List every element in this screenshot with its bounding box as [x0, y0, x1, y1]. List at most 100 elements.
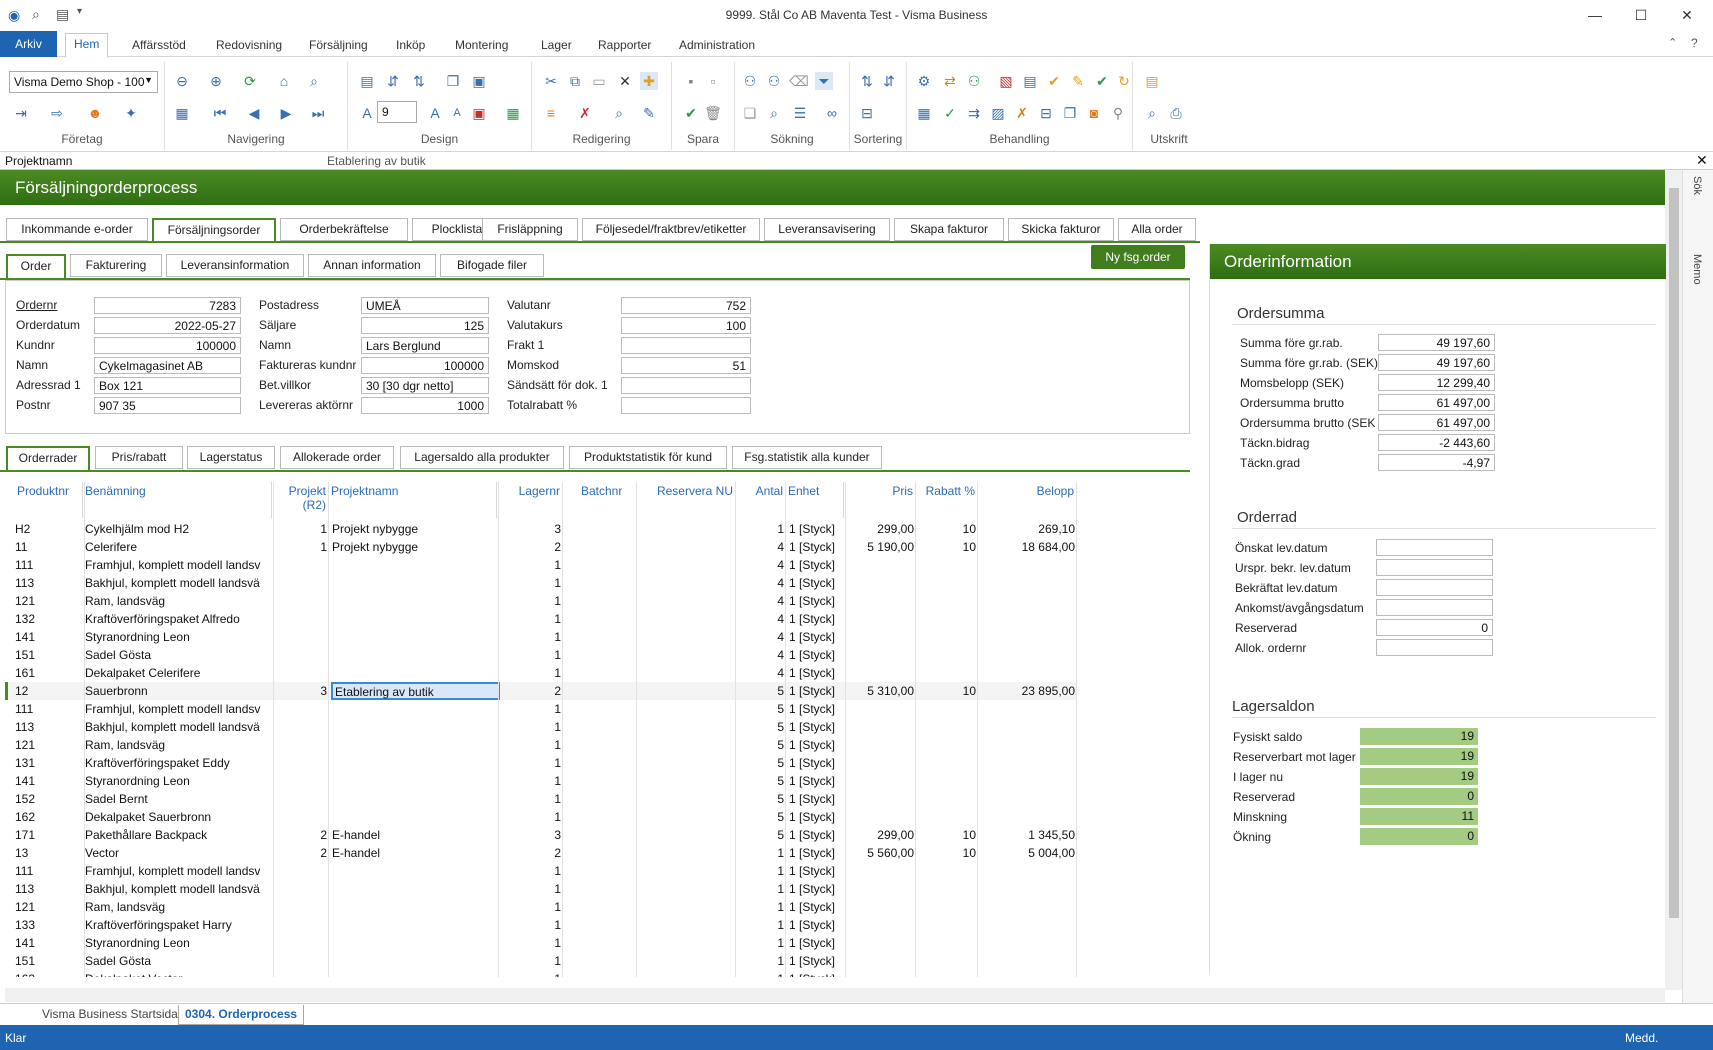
tab-skicka-fakturor[interactable]: Skicka fakturor — [1008, 218, 1114, 241]
home-icon[interactable]: ⌂ — [275, 72, 293, 90]
find-replace-icon[interactable]: ⌕ — [610, 104, 628, 122]
scrollbar-thumb[interactable] — [1669, 188, 1679, 918]
cell-benamning[interactable]: Ram, landsväg — [85, 900, 272, 914]
field-orderdatum[interactable]: 2022-05-27 — [94, 317, 241, 334]
cell-benamning[interactable]: Sadel Gösta — [85, 648, 272, 662]
cell-projekt[interactable]: 2 — [272, 846, 327, 860]
column-header-reservera-nu[interactable]: Reservera NU — [637, 482, 736, 518]
cell-benamning[interactable]: Kraftöverföringspaket Eddy — [85, 756, 272, 770]
cancel-order-icon[interactable]: ✗ — [1013, 104, 1031, 122]
field-adressrad[interactable]: Box 121 — [94, 377, 241, 394]
first-record-icon[interactable]: ⏮ — [211, 104, 229, 122]
new-order-button[interactable]: Ny fsg.order — [1091, 245, 1185, 269]
cell-produktnr[interactable]: 113 — [15, 576, 83, 590]
release-icon[interactable]: ▨ — [989, 104, 1007, 122]
zoom-icon[interactable]: ⌕ — [305, 72, 323, 90]
cycle-icon[interactable]: ↻ — [1115, 72, 1133, 90]
cell-antal[interactable]: 5 — [736, 828, 784, 842]
cell-antal[interactable]: 4 — [736, 594, 784, 608]
camera-icon[interactable]: ◙ — [1085, 104, 1103, 122]
orderrad-value[interactable] — [1376, 579, 1493, 596]
cell-produktnr[interactable]: 13 — [15, 846, 83, 860]
cell-lagernr[interactable]: 1 — [497, 774, 561, 788]
process-icon[interactable]: ⚙ — [915, 72, 933, 90]
cell-produktnr[interactable]: 133 — [15, 918, 83, 932]
cell-projektnamn[interactable]: Projekt nybygge — [332, 522, 497, 536]
cell-projekt[interactable]: 3 — [272, 684, 327, 698]
document-check-icon[interactable]: ▤ — [1021, 72, 1039, 90]
cell-lagernr[interactable]: 1 — [497, 900, 561, 914]
field-totalrabatt[interactable] — [621, 397, 751, 414]
table-row[interactable]: H2 Cykelhjälm mod H2 1 Projekt nybygge 3 1 1 [… — [5, 520, 1077, 538]
cell-benamning[interactable]: Dekalpaket Celerifere — [85, 666, 272, 680]
menu-arkiv[interactable]: Arkiv — [0, 31, 57, 57]
cell-lagernr[interactable]: 1 — [497, 576, 561, 590]
cell-produktnr[interactable]: 141 — [15, 630, 83, 644]
column-header-lagernr[interactable]: Lagernr — [497, 482, 563, 518]
discard-icon[interactable]: 🗑 — [704, 104, 722, 122]
ordersumma-value[interactable]: 12 299,40 — [1378, 374, 1495, 391]
cell-belopp[interactable]: 23 895,00 — [978, 684, 1075, 698]
cell-lagernr[interactable]: 3 — [497, 522, 561, 536]
cell-enhet[interactable]: 1 [Styck] — [789, 954, 844, 968]
sort-custom-icon[interactable]: ⊟ — [858, 104, 876, 122]
attach-icon[interactable]: ⚲ — [1109, 104, 1127, 122]
table-row[interactable]: 151 Sadel Gösta 1 1 1 [Styck] — [5, 952, 1077, 970]
cell-produktnr[interactable]: 162 — [15, 810, 83, 824]
copy-order-icon[interactable]: ❐ — [1061, 104, 1079, 122]
cell-benamning[interactable]: Sadel Gösta — [85, 954, 272, 968]
cell-benamning[interactable]: Bakhjul, komplett modell landsvä — [85, 576, 272, 590]
table-row[interactable]: 111 Framhjul, komplett modell landsv 1 4 1 [… — [5, 556, 1077, 574]
ordersumma-value[interactable]: -4,97 — [1378, 454, 1495, 471]
tab-bifogade-filer[interactable]: Bifogade filer — [440, 254, 544, 277]
cell-projekt[interactable]: 2 — [272, 828, 327, 842]
cell-lagernr[interactable]: 1 — [497, 702, 561, 716]
cell-produktnr[interactable]: 131 — [15, 756, 83, 770]
orderrad-value[interactable] — [1376, 539, 1493, 556]
cell-benamning[interactable]: Bakhjul, komplett modell landsvä — [85, 882, 272, 896]
cell-benamning[interactable]: Sadel Bernt — [85, 792, 272, 806]
help-icon[interactable]: ? — [1691, 36, 1698, 50]
cell-lagernr[interactable]: 2 — [497, 684, 561, 698]
cell-pris[interactable]: 5 560,00 — [844, 846, 914, 860]
cell-lagernr[interactable]: 1 — [497, 594, 561, 608]
cell-belopp[interactable]: 1 345,50 — [978, 828, 1075, 842]
cell-enhet[interactable]: 1 [Styck] — [789, 828, 844, 842]
orderrad-value[interactable] — [1376, 559, 1493, 576]
table-row[interactable]: 12 Sauerbronn 3 2 5 1 [Styck] 5 310,00 10 23 895… — [5, 682, 1077, 700]
cell-enhet[interactable]: 1 [Styck] — [789, 684, 844, 698]
table-row[interactable]: 13 Vector 2 E-handel 2 1 1 [Styck] 5 560,00 10 5 … — [5, 844, 1077, 862]
next-record-icon[interactable]: ▶ — [277, 104, 295, 122]
new-row-icon[interactable]: ✚ — [640, 72, 658, 90]
cell-benamning[interactable]: Framhjul, komplett modell landsv — [85, 864, 272, 878]
tab-alla-order[interactable]: Alla order — [1118, 218, 1196, 241]
table-row[interactable]: 161 Dekalpaket Celerifere 1 4 1 [Styck] — [5, 664, 1077, 682]
cell-rabatt[interactable]: 10 — [916, 846, 976, 860]
cell-benamning[interactable]: Celerifere — [85, 540, 272, 554]
format-icon[interactable]: ▣ — [470, 104, 488, 122]
cell-enhet[interactable]: 1 [Styck] — [789, 846, 844, 860]
spell-icon[interactable]: ✎ — [640, 104, 658, 122]
cell-lagernr[interactable]: 1 — [497, 792, 561, 806]
horizontal-scrollbar[interactable] — [5, 988, 1665, 1002]
layout-icon[interactable]: ▤ — [358, 72, 376, 90]
cell-produktnr[interactable]: 151 — [15, 954, 83, 968]
cell-enhet[interactable]: 1 [Styck] — [789, 594, 844, 608]
field-namn[interactable]: Cykelmagasinet AB — [94, 357, 241, 374]
cell-belopp[interactable]: 5 004,00 — [978, 846, 1075, 860]
field-momskod[interactable]: 51 — [621, 357, 751, 374]
cell-lagernr[interactable]: 1 — [497, 558, 561, 572]
orderrad-value[interactable] — [1376, 639, 1493, 656]
cell-produktnr[interactable]: 141 — [15, 936, 83, 950]
ordersumma-value[interactable]: 61 497,00 — [1378, 394, 1495, 411]
cell-enhet[interactable]: 1 [Styck] — [789, 720, 844, 734]
field-kundnr[interactable]: 100000 — [94, 337, 241, 354]
check-icon[interactable]: ✔ — [1093, 72, 1111, 90]
cell-benamning[interactable]: Dekalpaket Vector — [85, 972, 272, 977]
delete-icon[interactable]: ✕ — [616, 72, 634, 90]
cell-projektnamn[interactable]: E-handel — [332, 828, 497, 842]
save-all-icon[interactable]: ▫ — [704, 72, 722, 90]
cell-antal[interactable]: 5 — [736, 702, 784, 716]
grid-settings-icon[interactable]: ▦ — [504, 104, 522, 122]
cell-produktnr[interactable]: 113 — [15, 720, 83, 734]
